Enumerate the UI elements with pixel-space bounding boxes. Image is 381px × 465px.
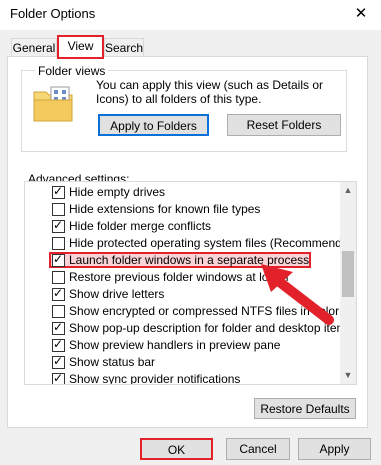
list-item-label: Hide extensions for known file types xyxy=(69,202,261,216)
window-title: Folder Options xyxy=(10,6,96,21)
folder-icon xyxy=(33,86,73,122)
list-item-label: Hide folder merge conflicts xyxy=(69,219,212,233)
close-icon[interactable]: ✕ xyxy=(348,3,374,25)
checkbox[interactable] xyxy=(52,353,65,370)
checkbox[interactable] xyxy=(52,203,65,216)
apply-button[interactable]: Apply xyxy=(298,438,371,460)
checkbox[interactable] xyxy=(52,237,65,250)
checkbox[interactable] xyxy=(52,305,65,318)
red-arrow-annotation xyxy=(261,264,334,325)
checkbox[interactable] xyxy=(52,285,65,302)
scroll-up-icon[interactable]: ▲ xyxy=(340,182,356,199)
checkbox[interactable] xyxy=(52,271,65,284)
tab-search[interactable]: Search xyxy=(104,38,144,58)
folder-views-description: You can apply this view (such as Details… xyxy=(96,78,324,106)
ok-button[interactable]: OK xyxy=(140,438,213,460)
checkbox[interactable] xyxy=(52,251,65,268)
checkbox[interactable] xyxy=(52,370,65,384)
checkbox[interactable] xyxy=(52,319,65,336)
tab-general[interactable]: General xyxy=(11,38,57,58)
reset-folders-button[interactable]: Reset Folders xyxy=(227,114,341,136)
title-bar: Folder Options ✕ xyxy=(0,0,381,30)
scrollbar-thumb[interactable] xyxy=(342,251,354,297)
list-item-label: Hide empty drives xyxy=(69,185,166,199)
list-item-label: Show drive letters xyxy=(69,287,165,301)
apply-to-folders-button[interactable]: Apply to Folders xyxy=(98,114,209,136)
vertical-scrollbar[interactable]: ▲ ▼ xyxy=(340,182,356,384)
list-item-label: Show preview handlers in preview pane xyxy=(69,338,281,352)
checkbox[interactable] xyxy=(52,217,65,234)
checkbox[interactable] xyxy=(52,336,65,353)
list-item-label: Hide protected operating system files (R… xyxy=(69,236,357,250)
list-item-label: Show sync provider notifications xyxy=(69,372,241,385)
restore-defaults-button[interactable]: Restore Defaults xyxy=(254,398,356,419)
list-item-label: Show status bar xyxy=(69,355,156,369)
scroll-down-icon[interactable]: ▼ xyxy=(340,367,356,384)
folder-views-label: Folder views xyxy=(35,64,109,78)
checkbox[interactable] xyxy=(52,183,65,200)
cancel-button[interactable]: Cancel xyxy=(226,438,290,460)
tab-view[interactable]: View xyxy=(57,35,104,59)
